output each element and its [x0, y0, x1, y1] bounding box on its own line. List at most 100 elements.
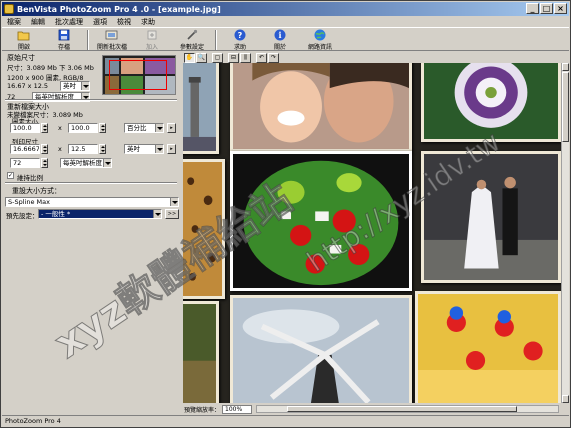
- resolution-unit-value: 每英吋解析度: [63, 159, 102, 167]
- status-bar: PhotoZoom Pro 4: [2, 415, 569, 427]
- resolution-spinner[interactable]: [41, 158, 48, 168]
- chevron-down-icon: [170, 198, 178, 206]
- pixel-more-button[interactable]: ▸: [167, 123, 176, 133]
- toolbar-separator: [87, 30, 89, 50]
- navigator-selection-frame[interactable]: [109, 60, 167, 90]
- rotate-right-icon[interactable]: ↷: [268, 52, 279, 63]
- original-unit-value: 英吋: [63, 82, 76, 90]
- settings-button[interactable]: 參數設定: [172, 28, 212, 51]
- vertical-split-icon[interactable]: ⫼: [240, 52, 251, 63]
- print-unit-value: 英吋: [127, 145, 140, 153]
- original-file-size: 尺寸：3.089 Mb 下 3.06 Mb: [7, 64, 94, 72]
- vertical-scroll-thumb[interactable]: [562, 72, 569, 142]
- multiply-sign: x: [58, 124, 62, 132]
- image-preview[interactable]: [183, 63, 561, 403]
- about-label: 關於: [273, 44, 286, 51]
- preset-more-button[interactable]: >>: [165, 209, 179, 219]
- original-unit-select[interactable]: 英吋: [60, 81, 90, 91]
- maximize-button[interactable]: □: [540, 3, 553, 14]
- photo-wedding: [421, 151, 561, 283]
- menu-file[interactable]: 檔案: [2, 17, 26, 27]
- svg-text:?: ?: [238, 31, 243, 40]
- photo-salad: [230, 151, 412, 291]
- print-more-button[interactable]: ▸: [167, 144, 176, 154]
- print-width-field[interactable]: 16.6667: [10, 144, 40, 154]
- hand-icon[interactable]: ✋: [184, 52, 195, 63]
- settings-label: 參數設定: [179, 44, 204, 51]
- photo-lighthouse: [183, 63, 219, 154]
- pixel-width-spinner[interactable]: [41, 123, 48, 133]
- open-folder-icon: [17, 29, 31, 41]
- zoom-select[interactable]: 100%: [222, 404, 253, 414]
- resize-method-label: 重設大小方式：: [12, 187, 61, 195]
- menu-batch[interactable]: 批次處理: [50, 17, 88, 27]
- chevron-down-icon: [155, 145, 163, 153]
- open-label: 開啟: [17, 44, 30, 51]
- photo-flower: [421, 63, 561, 142]
- new-batch-label: 開新批次檔: [96, 44, 127, 51]
- multiply-sign: x: [58, 145, 62, 153]
- zoom-bar: 預覽縮放率： 100%: [183, 404, 569, 414]
- preset-select[interactable]: - 一般性 *: [38, 209, 162, 219]
- about-button[interactable]: i 關於: [260, 28, 300, 51]
- resize-method-select[interactable]: S-Spline Max: [5, 197, 179, 207]
- resolution-unit-select[interactable]: 每英吋解析度: [60, 158, 112, 168]
- add-button[interactable]: 加入: [132, 28, 172, 51]
- split-icon[interactable]: ▢: [212, 52, 223, 63]
- chevron-down-icon: [155, 124, 163, 132]
- save-label: 存檔: [57, 44, 70, 51]
- divider: [5, 182, 177, 184]
- title-bar[interactable]: BenVista PhotoZoom Pro 4 .0 - [example.j…: [2, 2, 569, 16]
- close-button[interactable]: ×: [554, 3, 567, 14]
- menu-help[interactable]: 求助: [136, 17, 160, 27]
- save-button[interactable]: 存檔: [44, 28, 84, 51]
- zoom-label: 預覽縮放率：: [184, 406, 221, 414]
- svg-text:i: i: [278, 30, 281, 40]
- keep-ratio-checkbox[interactable]: ✓: [7, 172, 14, 179]
- window-controls: _ □ ×: [526, 3, 567, 14]
- viewer-toolbar: ✋ 🔍 ▢ ⊟ ⫼ ↶ ↷: [183, 52, 569, 63]
- print-unit-select[interactable]: 英吋: [124, 144, 164, 154]
- print-height-field[interactable]: 12.5: [68, 144, 98, 154]
- pixel-height-field[interactable]: 100.0: [68, 123, 98, 133]
- help-button[interactable]: ? 求助: [220, 28, 260, 51]
- rotate-left-icon[interactable]: ↶: [256, 52, 267, 63]
- new-batch-icon: [105, 29, 119, 41]
- horizontal-split-icon[interactable]: ⊟: [228, 52, 239, 63]
- zoom-icon[interactable]: 🔍: [196, 52, 207, 63]
- scroll-down-button[interactable]: [562, 395, 569, 403]
- horizontal-scroll-thumb[interactable]: [287, 406, 518, 412]
- info-icon: i: [273, 29, 287, 41]
- pixel-width-field[interactable]: 100.0: [10, 123, 40, 133]
- navigator-thumbnail[interactable]: [102, 55, 176, 95]
- pixel-height-spinner[interactable]: [99, 123, 106, 133]
- photo-rafting: [415, 291, 561, 403]
- print-width-spinner[interactable]: [41, 144, 48, 154]
- globe-icon: [313, 29, 327, 41]
- new-batch-button[interactable]: 開新批次檔: [92, 28, 132, 51]
- photo-couple: [230, 63, 412, 152]
- menu-view[interactable]: 檢視: [112, 17, 136, 27]
- window-title: BenVista PhotoZoom Pro 4 .0 - [example.j…: [17, 4, 221, 14]
- app-window: BenVista PhotoZoom Pro 4 .0 - [example.j…: [0, 0, 571, 428]
- print-height-spinner[interactable]: [99, 144, 106, 154]
- vertical-scrollbar[interactable]: [561, 63, 569, 403]
- pixel-unit-select[interactable]: 百分比: [124, 123, 164, 133]
- minimize-button[interactable]: _: [526, 3, 539, 14]
- app-icon: [4, 4, 14, 14]
- chevron-down-icon: [103, 159, 111, 167]
- photo-grass: [183, 301, 219, 403]
- main-toolbar: 開啟 存檔 開新批次檔 加入 參數設定 ? 求助 i 關於 網路資訊: [2, 27, 569, 51]
- photo-windmill: [230, 295, 412, 403]
- scroll-up-button[interactable]: [562, 63, 569, 71]
- menu-options[interactable]: 選項: [88, 17, 112, 27]
- horizontal-scrollbar[interactable]: [256, 405, 559, 413]
- web-info-button[interactable]: 網路資訊: [300, 28, 340, 51]
- help-label: 求助: [233, 44, 246, 51]
- menu-edit[interactable]: 編輯: [26, 17, 50, 27]
- resolution-field[interactable]: 72: [10, 158, 40, 168]
- resize-method-value: S-Spline Max: [8, 198, 50, 206]
- open-button[interactable]: 開啟: [4, 28, 44, 51]
- settings-panel: 原始尺寸 尺寸：3.089 Mb 下 3.06 Mb 1200 x 900 圖素…: [2, 52, 182, 414]
- photo-leopard: [183, 159, 225, 299]
